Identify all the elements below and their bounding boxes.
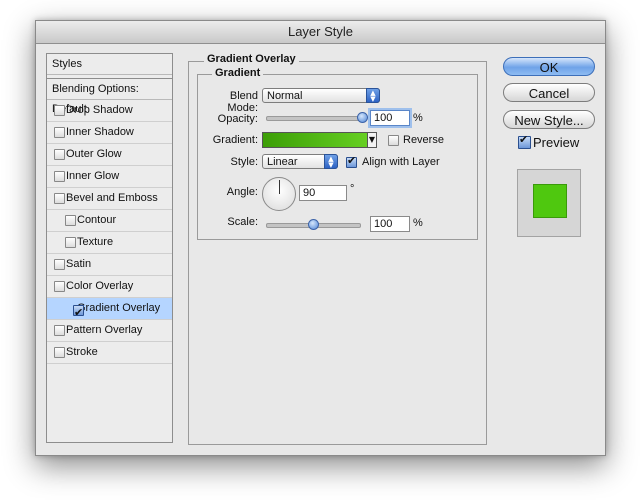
- align-with-layer-checkbox[interactable]: [346, 154, 357, 168]
- style-item-label: Outer Glow: [66, 148, 122, 160]
- scale-input[interactable]: 100: [370, 216, 410, 232]
- style-item-checkbox[interactable]: [73, 302, 84, 323]
- gradient-overlay-title: Gradient Overlay: [204, 53, 299, 65]
- scale-slider-thumb[interactable]: [307, 219, 319, 230]
- gradient-subgroup-title: Gradient: [212, 67, 264, 79]
- style-item-inner-glow[interactable]: Inner Glow: [47, 166, 172, 188]
- style-item-label: Color Overlay: [66, 280, 134, 292]
- style-item-bevel-and-emboss[interactable]: Bevel and Emboss: [47, 188, 172, 210]
- style-item-checkbox[interactable]: [65, 237, 76, 248]
- style-label: Style:: [230, 156, 258, 168]
- angle-dial[interactable]: [262, 177, 296, 211]
- styles-header[interactable]: Styles: [47, 54, 172, 75]
- layer-style-dialog: Layer Style Styles Blending Options: Def…: [35, 20, 606, 456]
- style-item-label: Gradient Overlay: [77, 302, 161, 314]
- style-item-gradient-overlay[interactable]: Gradient Overlay: [47, 298, 172, 323]
- preview-swatch: [533, 184, 567, 218]
- select-arrows-icon: ▲ ▼: [324, 154, 338, 169]
- style-item-checkbox[interactable]: [54, 105, 65, 116]
- style-item-label: Drop Shadow: [66, 104, 133, 116]
- preview-checkbox[interactable]: [518, 133, 531, 149]
- style-item-label: Satin: [66, 258, 92, 270]
- new-style-button[interactable]: New Style...: [503, 110, 595, 129]
- style-item-stroke[interactable]: Stroke: [47, 342, 172, 364]
- style-item-satin[interactable]: Satin: [47, 254, 172, 276]
- styles-list: Styles Blending Options: Default Drop Sh…: [46, 53, 173, 443]
- gradient-picker[interactable]: [262, 132, 368, 148]
- align-with-layer-label: Align with Layer: [362, 156, 440, 168]
- angle-unit: °: [350, 183, 355, 195]
- window-title: Layer Style: [36, 21, 605, 44]
- style-item-checkbox[interactable]: [54, 193, 65, 204]
- style-item-color-overlay[interactable]: Color Overlay: [47, 276, 172, 298]
- style-item-label: Contour: [77, 214, 117, 226]
- opacity-unit: %: [413, 112, 423, 124]
- style-value: Linear: [267, 156, 298, 168]
- blend-mode-label: Blend Mode:: [227, 90, 258, 114]
- gradient-dropdown-icon[interactable]: ▼: [367, 132, 377, 148]
- style-item-drop-shadow[interactable]: Drop Shadow: [47, 100, 172, 122]
- opacity-input[interactable]: 100: [370, 110, 410, 126]
- angle-dial-needle: [279, 180, 280, 194]
- style-item-checkbox[interactable]: [54, 127, 65, 138]
- style-item-checkbox[interactable]: [54, 259, 65, 270]
- style-item-checkbox[interactable]: [54, 325, 65, 336]
- style-item-texture[interactable]: Texture: [47, 232, 172, 254]
- reverse-label: Reverse: [403, 134, 444, 146]
- angle-input[interactable]: 90: [299, 185, 347, 201]
- blending-options-item[interactable]: Blending Options: Default: [47, 78, 172, 115]
- opacity-slider[interactable]: [266, 116, 364, 121]
- style-item-label: Texture: [77, 236, 114, 248]
- style-select[interactable]: Linear ▲ ▼: [262, 154, 338, 169]
- style-item-checkbox[interactable]: [54, 149, 65, 160]
- blend-mode-value: Normal: [267, 90, 303, 102]
- opacity-slider-thumb[interactable]: [357, 112, 368, 123]
- style-item-pattern-overlay[interactable]: Pattern Overlay: [47, 320, 172, 342]
- scale-unit: %: [413, 217, 423, 229]
- preview-label: Preview: [533, 135, 580, 150]
- angle-label: Angle:: [226, 186, 258, 198]
- reverse-checkbox[interactable]: [388, 135, 399, 146]
- select-arrows-icon: ▲ ▼: [366, 88, 380, 103]
- blend-mode-select[interactable]: Normal ▲ ▼: [262, 88, 380, 103]
- style-item-label: Stroke: [66, 346, 98, 358]
- style-item-label: Pattern Overlay: [66, 324, 143, 336]
- opacity-label: Opacity:: [217, 113, 258, 125]
- style-item-checkbox[interactable]: [54, 281, 65, 292]
- style-item-checkbox[interactable]: [54, 171, 65, 182]
- ok-button[interactable]: OK: [503, 57, 595, 76]
- style-item-label: Inner Glow: [66, 170, 120, 182]
- preview-thumbnail: [517, 169, 581, 237]
- gradient-label: Gradient:: [212, 134, 258, 146]
- style-item-label: Bevel and Emboss: [66, 192, 158, 204]
- cancel-button[interactable]: Cancel: [503, 83, 595, 102]
- style-item-label: Inner Shadow: [66, 126, 134, 138]
- scale-label: Scale:: [227, 216, 258, 228]
- style-item-outer-glow[interactable]: Outer Glow: [47, 144, 172, 166]
- style-item-contour[interactable]: Contour: [47, 210, 172, 232]
- style-item-inner-shadow[interactable]: Inner Shadow: [47, 122, 172, 144]
- style-item-checkbox[interactable]: [65, 215, 76, 226]
- style-item-checkbox[interactable]: [54, 347, 65, 358]
